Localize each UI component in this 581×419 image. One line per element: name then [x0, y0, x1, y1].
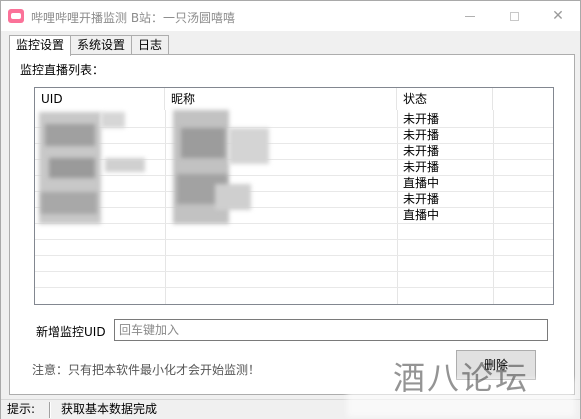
status-label: 提示: — [7, 402, 36, 416]
list-header: UID 昵称 状态 — [35, 88, 553, 110]
status-separator — [49, 402, 51, 418]
list-row[interactable]: 未开播 — [35, 128, 553, 144]
row-status: 直播中 — [403, 208, 440, 222]
row-status: 未开播 — [403, 192, 440, 206]
tab-monitor-settings[interactable]: 监控设置 — [9, 35, 72, 56]
list-row-empty — [35, 256, 553, 272]
column-header-uid[interactable]: UID — [35, 88, 165, 110]
live-list-label: 监控直播列表： — [20, 63, 105, 77]
tab-log[interactable]: 日志 — [131, 35, 170, 55]
tab-bar: 监控设置 系统设置 日志 — [9, 35, 170, 56]
maximize-icon — [509, 11, 519, 21]
close-icon: ✕ — [552, 8, 564, 24]
column-header-nickname[interactable]: 昵称 — [165, 88, 397, 110]
status-message: 获取基本数据完成 — [61, 402, 158, 416]
row-status: 未开播 — [403, 128, 440, 142]
live-monitor-list[interactable]: UID 昵称 状态 未开播 未开播 未开播 未开播 直播中 未开播 直播中 — [34, 87, 554, 305]
watermark-text: 酒八论坛 — [393, 359, 530, 397]
maximize-button[interactable] — [492, 1, 536, 31]
close-button[interactable]: ✕ — [536, 1, 580, 31]
window-title: 哔哩哔哩开播监测 B站：一只汤圆嘻嘻 — [31, 11, 236, 25]
monitor-settings-panel: 监控直播列表： UID 昵称 状态 未开播 未开播 未开播 未开播 直播中 未开… — [9, 54, 575, 395]
app-window: 哔哩哔哩开播监测 B站：一只汤圆嘻嘻 ✕ 监控设置 系统设置 日志 监控直播列表… — [0, 0, 581, 419]
list-row[interactable]: 直播中 — [35, 208, 553, 224]
bilibili-tv-icon — [8, 9, 24, 23]
row-status: 未开播 — [403, 144, 440, 158]
title-bar[interactable]: 哔哩哔哩开播监测 B站：一只汤圆嘻嘻 ✕ — [1, 1, 580, 31]
list-row[interactable]: 未开播 — [35, 192, 553, 208]
row-status: 直播中 — [403, 176, 440, 190]
list-row-empty — [35, 224, 553, 240]
minimize-icon — [465, 15, 475, 17]
new-uid-label: 新增监控UID — [36, 325, 106, 339]
row-status: 未开播 — [403, 112, 440, 126]
column-header-status[interactable]: 状态 — [397, 88, 493, 110]
tab-system-settings[interactable]: 系统设置 — [70, 35, 133, 55]
row-status: 未开播 — [403, 160, 440, 174]
list-row-empty — [35, 272, 553, 288]
list-row[interactable]: 直播中 — [35, 176, 553, 192]
minimize-button[interactable] — [448, 1, 492, 31]
new-uid-input[interactable] — [114, 319, 548, 341]
list-row-empty — [35, 240, 553, 256]
minimize-note: 注意：只有把本软件最小化才会开始监测！ — [32, 363, 261, 377]
